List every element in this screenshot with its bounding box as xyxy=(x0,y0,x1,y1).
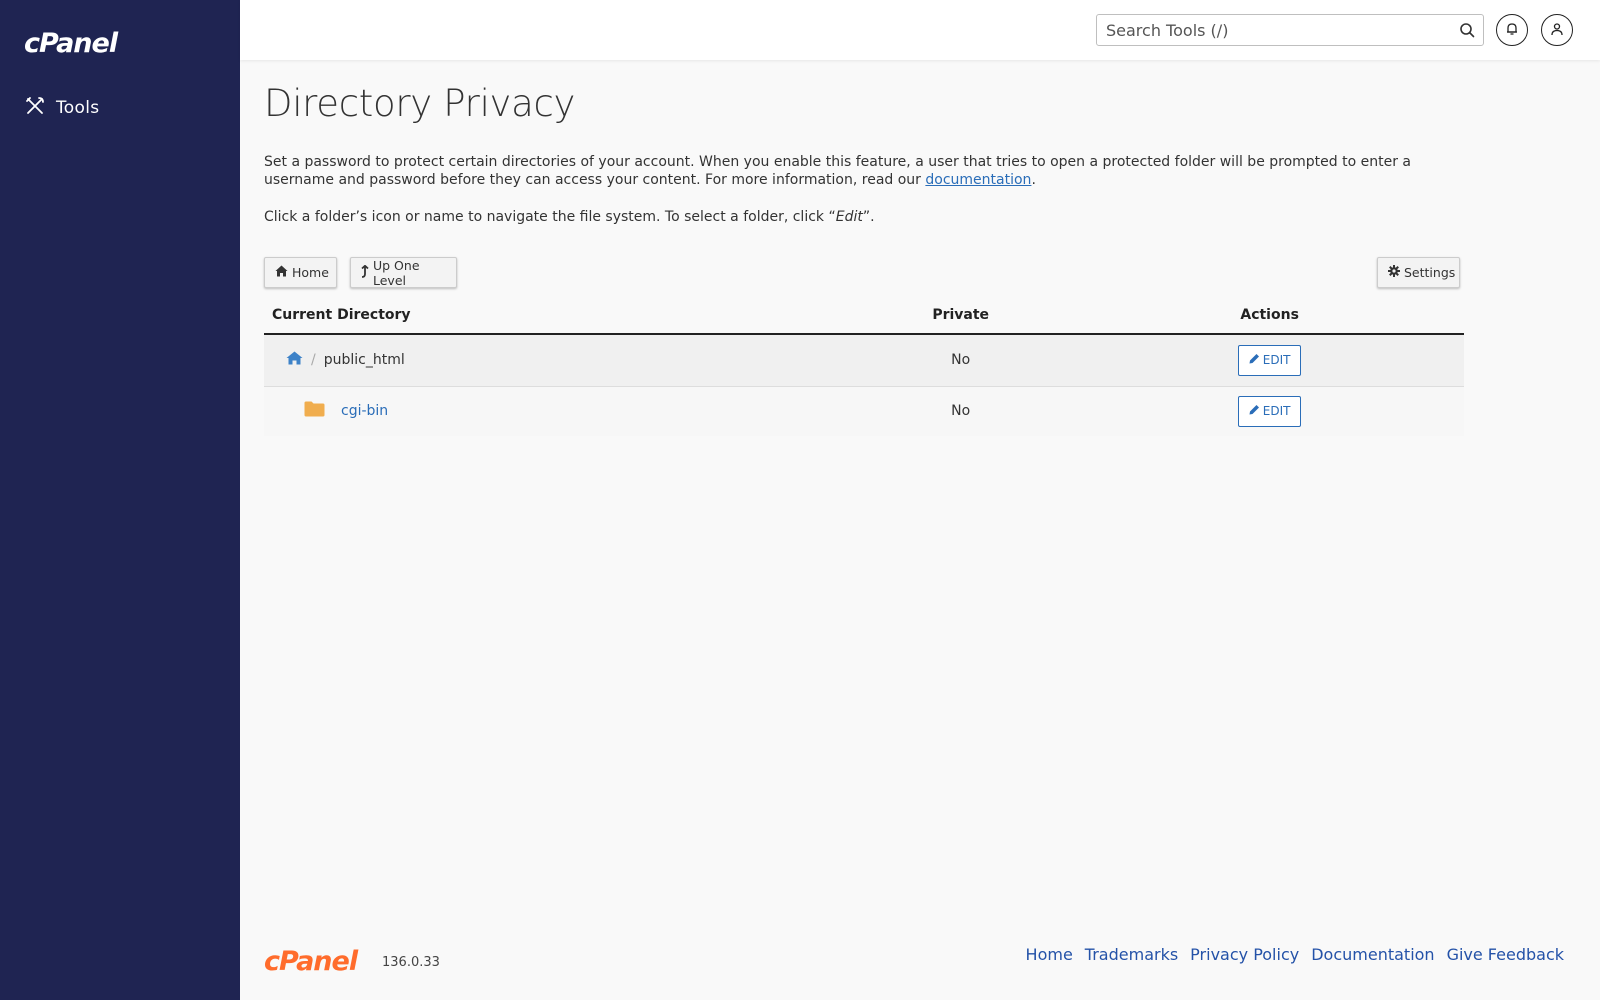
search-icon[interactable] xyxy=(1459,22,1475,42)
search-input[interactable] xyxy=(1097,15,1437,45)
actions-cell: EDIT xyxy=(1087,334,1464,387)
description-end: . xyxy=(1031,172,1036,188)
footer-version: 136.0.33 xyxy=(382,955,440,970)
sidebar-item-tools[interactable]: Tools xyxy=(24,94,99,122)
page-description: Set a password to protect certain direct… xyxy=(264,153,1444,189)
sidebar-item-label: Tools xyxy=(56,98,100,118)
home-breadcrumb-icon[interactable] xyxy=(286,351,303,369)
user-menu-button[interactable] xyxy=(1541,14,1573,46)
home-icon xyxy=(275,265,288,280)
home-button[interactable]: Home xyxy=(264,257,337,288)
table-row: / public_html No EDIT xyxy=(264,334,1464,387)
table-header-row: Current Directory Private Actions xyxy=(264,296,1464,335)
folder-icon[interactable] xyxy=(304,401,325,421)
description-text: Set a password to protect certain direct… xyxy=(264,154,1411,188)
private-status: No xyxy=(834,386,1088,436)
edit-button-label: EDIT xyxy=(1262,353,1291,368)
column-header-directory: Current Directory xyxy=(264,296,835,335)
up-one-level-label: Up One Level xyxy=(373,257,420,288)
footer-link-trademarks[interactable]: Trademarks xyxy=(1085,945,1178,964)
notifications-button[interactable] xyxy=(1496,14,1528,46)
hint-end: ”. xyxy=(862,209,875,225)
cpanel-logo[interactable]: cPanel xyxy=(24,28,118,59)
edit-button-label: EDIT xyxy=(1262,404,1291,419)
column-header-actions: Actions xyxy=(1087,296,1464,335)
tools-icon xyxy=(24,95,46,121)
footer-link-documentation[interactable]: Documentation xyxy=(1311,945,1434,964)
folder-name-link[interactable]: cgi-bin xyxy=(341,403,388,419)
footer-link-give-feedback[interactable]: Give Feedback xyxy=(1447,945,1564,964)
documentation-link[interactable]: documentation xyxy=(925,172,1031,188)
edit-button[interactable]: EDIT xyxy=(1237,395,1302,427)
search-box xyxy=(1096,14,1484,46)
directory-cell: cgi-bin xyxy=(264,386,835,436)
breadcrumb-separator: / xyxy=(311,352,316,369)
current-directory-name: public_html xyxy=(323,352,405,369)
gear-icon xyxy=(1388,265,1400,280)
navigation-hint: Click a folder’s icon or name to navigat… xyxy=(264,209,875,225)
directory-cell: / public_html xyxy=(264,334,835,387)
column-header-private: Private xyxy=(834,296,1088,335)
footer-link-home[interactable]: Home xyxy=(1026,945,1073,964)
table-row: cgi-bin No EDIT xyxy=(264,386,1464,436)
sidebar: cPanel Tools xyxy=(0,0,240,1000)
footer-link-privacy-policy[interactable]: Privacy Policy xyxy=(1190,945,1299,964)
hint-text: Click a folder’s icon or name to navigat… xyxy=(264,209,836,225)
directory-table: Current Directory Private Actions / publ… xyxy=(264,296,1464,436)
settings-label: Settings xyxy=(1404,265,1456,280)
private-status: No xyxy=(834,334,1088,387)
footer-links: Home Trademarks Privacy Policy Documenta… xyxy=(1026,945,1564,964)
home-button-label: Home xyxy=(292,265,329,280)
pencil-icon xyxy=(1249,404,1260,418)
top-header xyxy=(240,0,1600,60)
pencil-icon xyxy=(1249,353,1260,367)
hint-edit-word: Edit xyxy=(835,209,863,225)
user-icon xyxy=(1550,21,1564,40)
page-title: Directory Privacy xyxy=(264,82,576,125)
footer-cpanel-logo[interactable]: cPanel xyxy=(264,946,358,977)
actions-cell: EDIT xyxy=(1087,386,1464,436)
up-one-level-button[interactable]: Up One Level xyxy=(350,257,457,288)
bell-icon xyxy=(1505,21,1519,40)
edit-button[interactable]: EDIT xyxy=(1237,344,1302,376)
level-up-icon xyxy=(361,264,369,281)
settings-button[interactable]: Settings xyxy=(1377,257,1460,288)
